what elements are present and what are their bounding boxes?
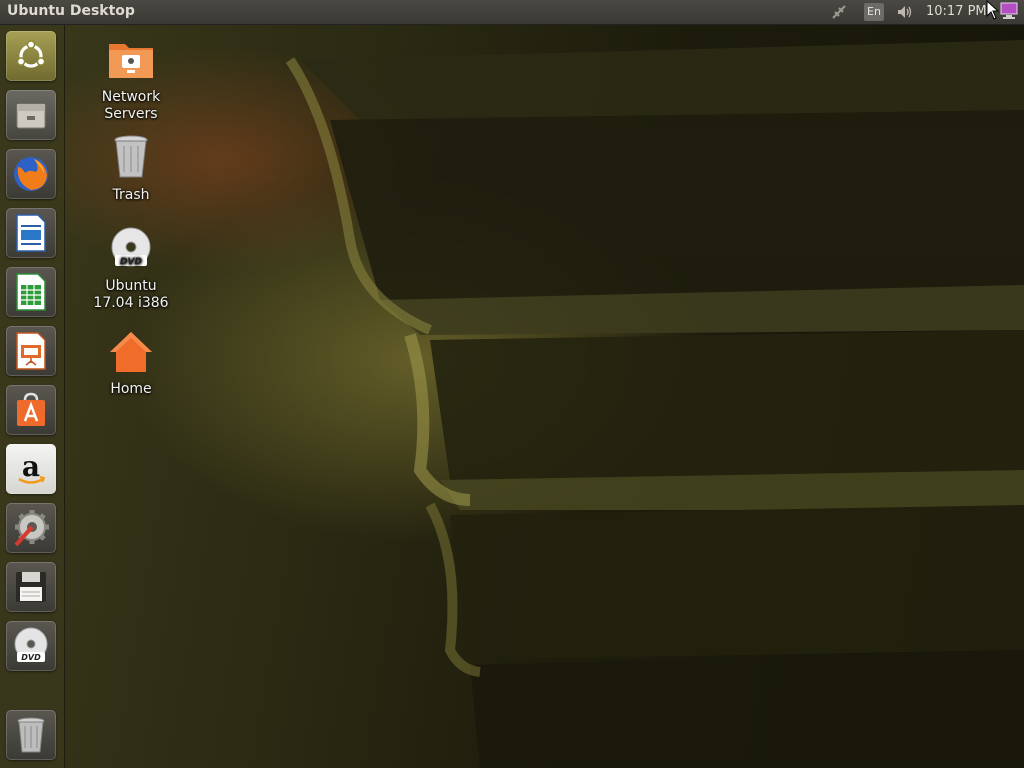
svg-text:DVD: DVD bbox=[120, 257, 142, 267]
amazon-icon: a bbox=[11, 449, 51, 489]
desktop-icon-label: Network Servers bbox=[101, 89, 161, 122]
ubuntu-logo-icon bbox=[13, 38, 49, 74]
clock[interactable]: 10:17 PM bbox=[926, 4, 987, 22]
dvd-icon: DVD bbox=[86, 227, 176, 276]
launcher-writer-button[interactable] bbox=[6, 208, 56, 258]
libreoffice-calc-icon bbox=[13, 272, 49, 312]
ubuntu-software-icon bbox=[11, 390, 51, 430]
desktop-icon-label: Ubuntu 17.04 i386 bbox=[93, 278, 169, 311]
desktop-icon-ubuntu-dvd[interactable]: DVD Ubuntu 17.04 i386 bbox=[86, 227, 176, 312]
session-menu-icon[interactable] bbox=[998, 1, 1020, 21]
network-folder-icon bbox=[86, 38, 176, 87]
files-icon bbox=[12, 96, 50, 134]
dvd-icon: DVD bbox=[11, 626, 51, 666]
svg-text:DVD: DVD bbox=[21, 653, 41, 662]
top-panel: Ubuntu Desktop En 10:17 PM bbox=[0, 0, 1024, 25]
system-settings-icon bbox=[10, 507, 52, 549]
svg-text:a: a bbox=[22, 450, 40, 483]
firefox-icon bbox=[10, 153, 52, 195]
launcher-impress-button[interactable] bbox=[6, 326, 56, 376]
launcher: a DVD bbox=[0, 25, 65, 768]
launcher-dash-button[interactable] bbox=[6, 31, 56, 81]
desktop-icon-trash[interactable]: Trash bbox=[86, 134, 176, 204]
network-indicator-icon[interactable] bbox=[830, 3, 848, 21]
desktop-icon-label: Trash bbox=[112, 187, 150, 203]
home-icon bbox=[86, 330, 176, 379]
mouse-pointer-icon bbox=[986, 0, 1000, 24]
launcher-firefox-button[interactable] bbox=[6, 149, 56, 199]
floppy-disk-icon bbox=[12, 568, 50, 606]
desktop-icon-network-servers[interactable]: Network Servers bbox=[86, 38, 176, 123]
desktop-icon-label: Home bbox=[110, 381, 152, 397]
libreoffice-writer-icon bbox=[13, 213, 49, 253]
launcher-calc-button[interactable] bbox=[6, 267, 56, 317]
launcher-files-button[interactable] bbox=[6, 90, 56, 140]
trash-icon bbox=[14, 715, 48, 755]
launcher-software-button[interactable] bbox=[6, 385, 56, 435]
launcher-trash-button[interactable] bbox=[6, 710, 56, 760]
launcher-settings-button[interactable] bbox=[6, 503, 56, 553]
launcher-amazon-button[interactable]: a bbox=[6, 444, 56, 494]
trash-icon bbox=[86, 134, 176, 185]
launcher-dvd-button[interactable]: DVD bbox=[6, 621, 56, 671]
libreoffice-impress-icon bbox=[13, 331, 49, 371]
volume-indicator-icon[interactable] bbox=[896, 3, 914, 21]
panel-title: Ubuntu Desktop bbox=[7, 3, 135, 19]
keyboard-language-indicator[interactable]: En bbox=[864, 3, 884, 21]
launcher-floppy-button[interactable] bbox=[6, 562, 56, 612]
desktop-icon-home[interactable]: Home bbox=[86, 330, 176, 398]
